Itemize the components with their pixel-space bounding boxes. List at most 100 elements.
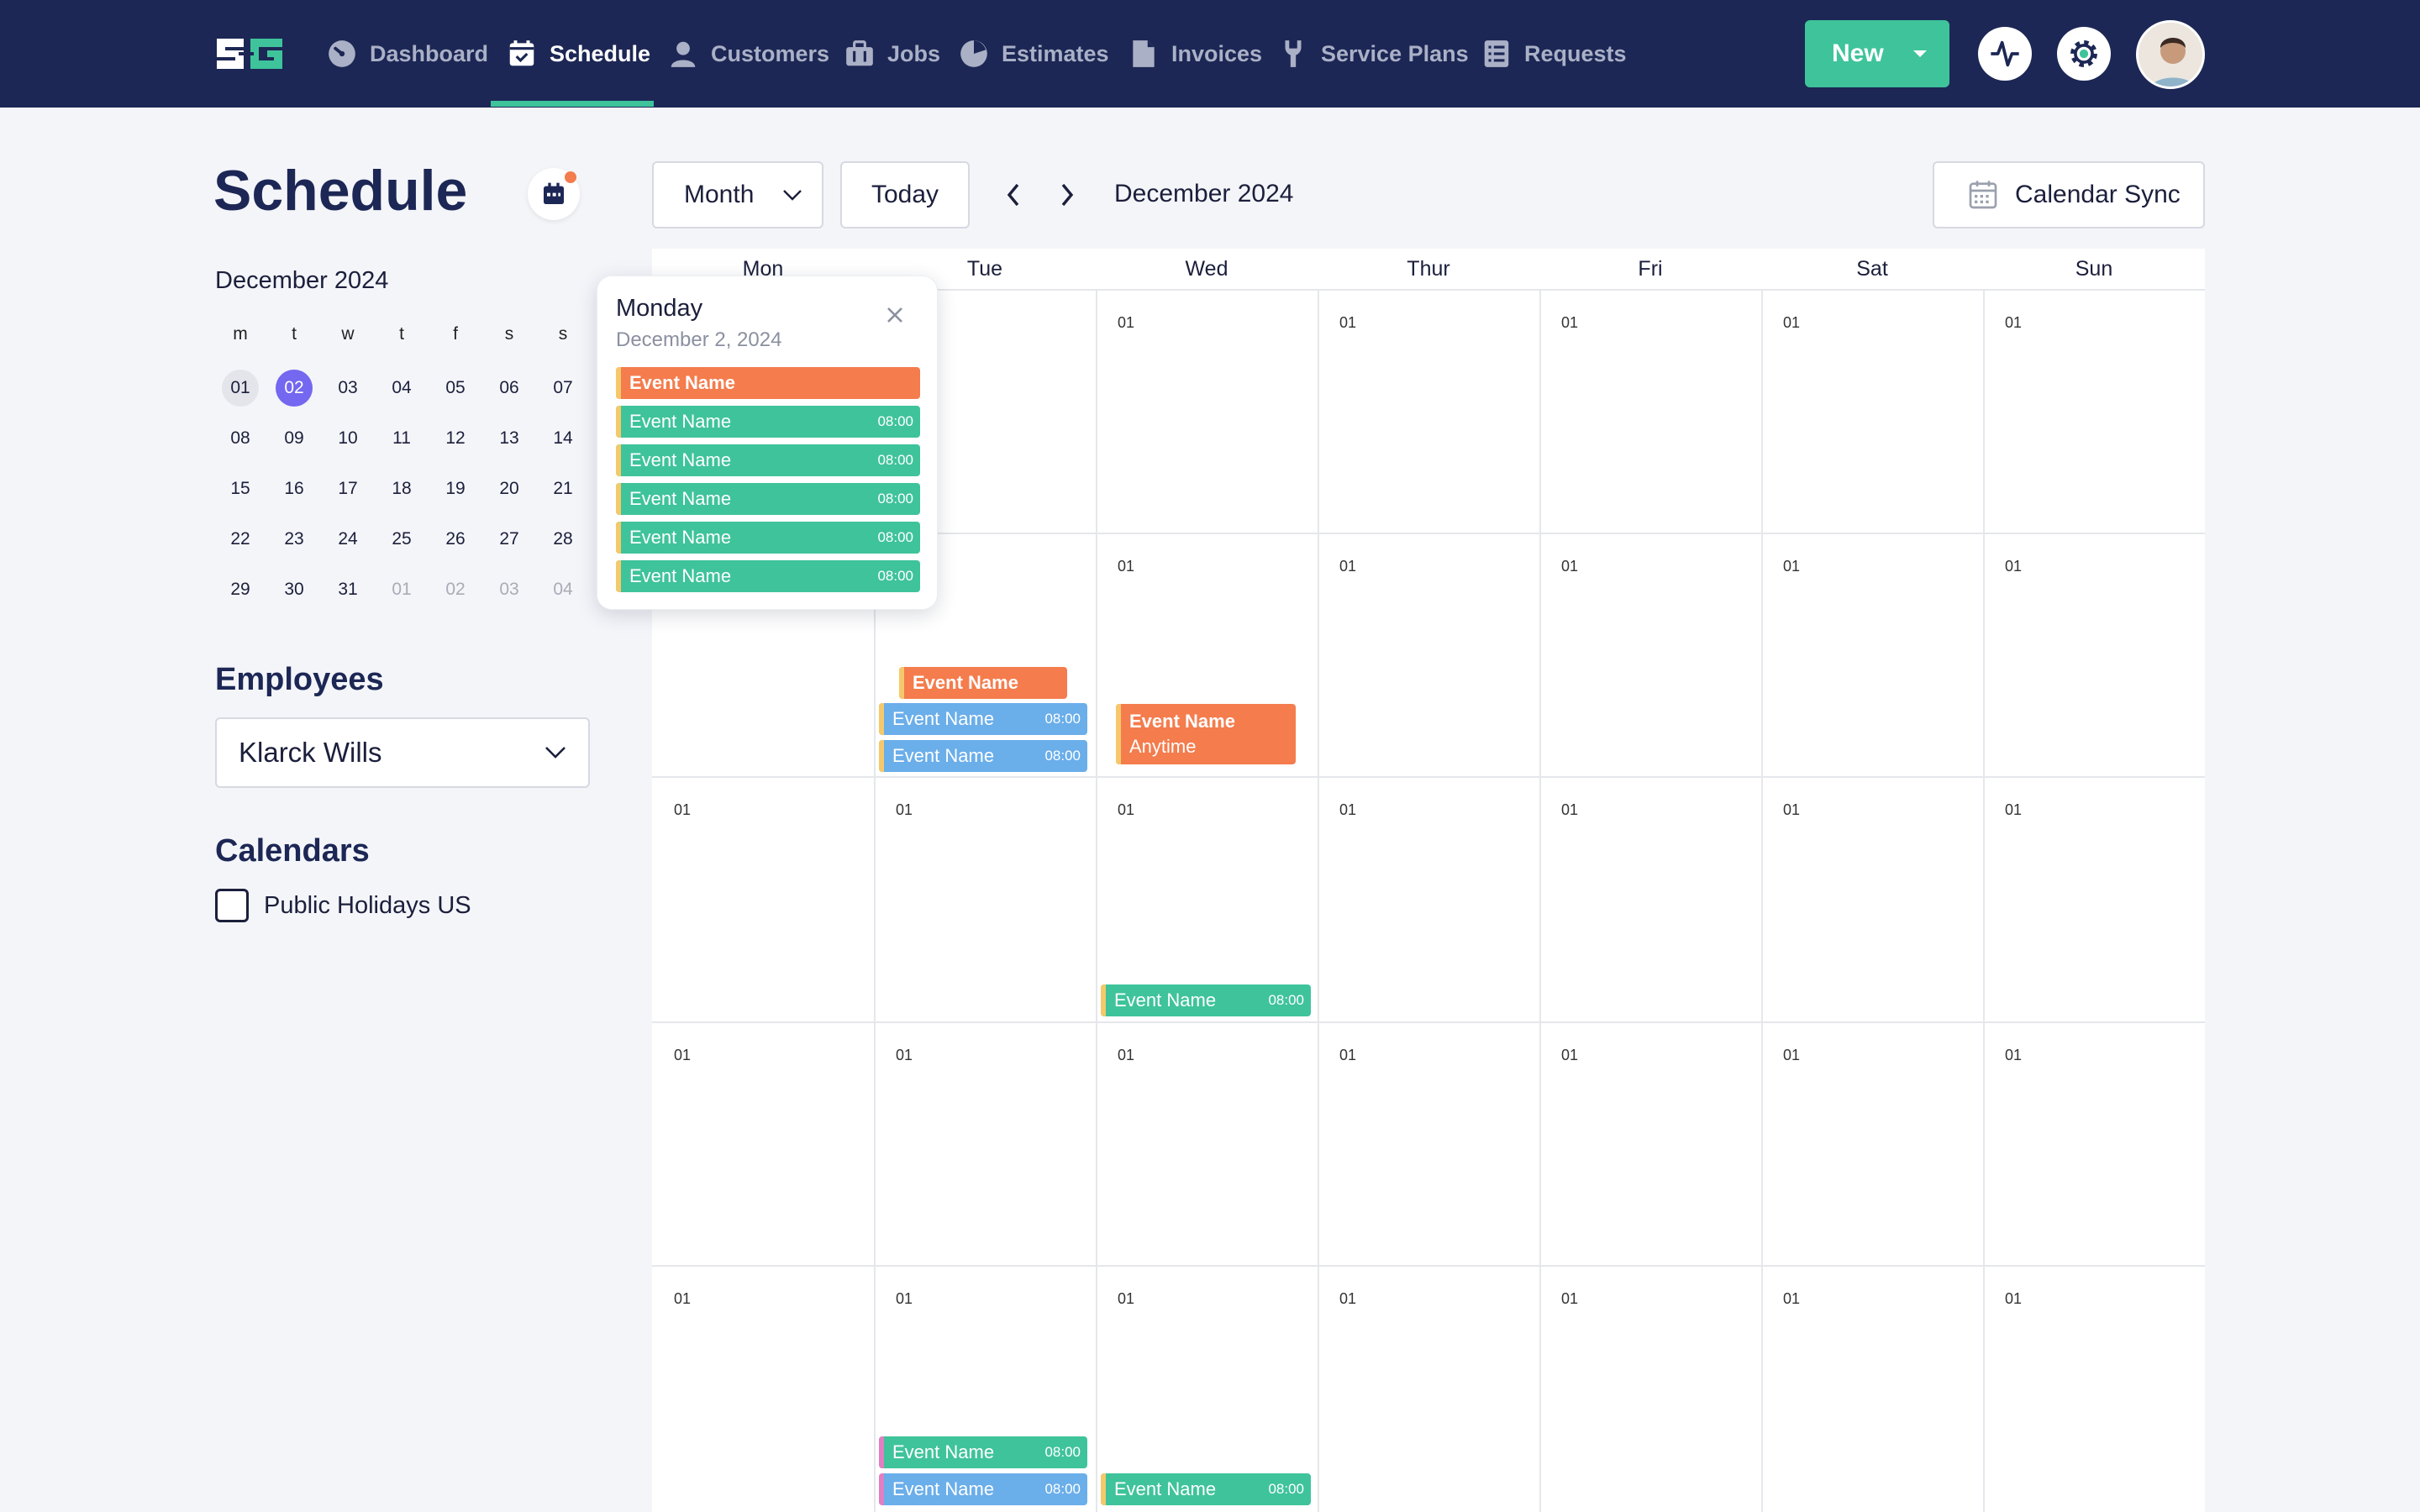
mini-day[interactable]: 19	[429, 470, 482, 507]
day-cell-number[interactable]: 01	[1339, 801, 1356, 819]
day-cell-number[interactable]: 01	[2005, 558, 2022, 575]
mini-day-outside[interactable]: 02	[429, 571, 482, 608]
day-cell-number[interactable]: 01	[1561, 314, 1578, 332]
app-logo[interactable]	[213, 32, 286, 76]
activity-button[interactable]	[1978, 27, 2032, 81]
today-button[interactable]: Today	[840, 161, 970, 228]
mini-day[interactable]: 28	[536, 521, 590, 558]
mini-day[interactable]: 15	[213, 470, 267, 507]
nav-jobs[interactable]: Jobs	[844, 0, 940, 108]
mini-day[interactable]: 14	[536, 420, 590, 457]
mini-day[interactable]: 13	[482, 420, 536, 457]
mini-day[interactable]: 11	[375, 420, 429, 457]
day-cell-number[interactable]: 01	[1339, 314, 1356, 332]
mini-day[interactable]: 29	[213, 571, 267, 608]
day-cell-number[interactable]: 01	[1783, 558, 1800, 575]
user-avatar[interactable]	[2136, 20, 2205, 89]
day-cell-number[interactable]: 01	[1339, 1290, 1356, 1308]
nav-schedule[interactable]: Schedule	[506, 0, 650, 108]
mini-day[interactable]: 12	[429, 420, 482, 457]
calendar-sync-button[interactable]: Calendar Sync	[1933, 161, 2205, 228]
nav-requests[interactable]: Requests	[1481, 0, 1627, 108]
day-cell-number[interactable]: 01	[1783, 801, 1800, 819]
day-cell-number[interactable]: 01	[896, 1047, 913, 1064]
prev-month-button[interactable]	[997, 178, 1030, 212]
mini-day[interactable]: 25	[375, 521, 429, 558]
next-month-button[interactable]	[1050, 178, 1084, 212]
calendar-shortcut-button[interactable]	[528, 168, 580, 220]
day-cell-number[interactable]: 01	[1118, 1290, 1134, 1308]
day-cell-number[interactable]: 01	[1118, 1047, 1134, 1064]
mini-day[interactable]: 04	[375, 370, 429, 407]
popover-event[interactable]: Event Name 08:00	[616, 406, 920, 438]
mini-day[interactable]: 06	[482, 370, 536, 407]
day-cell-number[interactable]: 01	[1561, 801, 1578, 819]
employee-select[interactable]: Klarck Wills	[215, 717, 590, 788]
event-item[interactable]: Event Name 08:00	[879, 1473, 1087, 1505]
mini-day[interactable]: 18	[375, 470, 429, 507]
event-item[interactable]: Event Name 08:00	[879, 740, 1087, 772]
mini-day[interactable]: 17	[321, 470, 375, 507]
popover-event[interactable]: Event Name 08:00	[616, 483, 920, 515]
popover-event[interactable]: Event Name 08:00	[616, 444, 920, 476]
day-cell-number[interactable]: 01	[2005, 1047, 2022, 1064]
day-cell-number[interactable]: 01	[674, 1047, 691, 1064]
nav-invoices[interactable]: Invoices	[1128, 0, 1262, 108]
nav-service-plans[interactable]: Service Plans	[1277, 0, 1469, 108]
day-cell-number[interactable]: 01	[1561, 1290, 1578, 1308]
mini-day[interactable]: 24	[321, 521, 375, 558]
popover-event[interactable]: Event Name 08:00	[616, 522, 920, 554]
day-cell-number[interactable]: 01	[674, 801, 691, 819]
new-button[interactable]: New	[1805, 20, 1949, 87]
day-cell-number[interactable]: 01	[2005, 1290, 2022, 1308]
day-cell-number[interactable]: 01	[2005, 801, 2022, 819]
nav-customers[interactable]: Customers	[667, 0, 829, 108]
settings-button[interactable]	[2057, 27, 2111, 81]
day-cell-number[interactable]: 01	[896, 1290, 913, 1308]
day-cell-number[interactable]: 01	[1118, 558, 1134, 575]
event-item[interactable]: Event Name 08:00	[879, 1436, 1087, 1468]
popover-event[interactable]: Event Name 08:00	[616, 560, 920, 592]
mini-day[interactable]: 16	[267, 470, 321, 507]
mini-day-outside[interactable]: 04	[536, 571, 590, 608]
day-cell-number[interactable]: 01	[1118, 314, 1134, 332]
mini-day[interactable]: 03	[321, 370, 375, 407]
mini-day[interactable]: 10	[321, 420, 375, 457]
event-item[interactable]: Event Name	[899, 667, 1067, 699]
mini-day[interactable]: 22	[213, 521, 267, 558]
mini-day[interactable]: 01	[213, 370, 267, 407]
day-cell-number[interactable]: 01	[674, 1290, 691, 1308]
day-cell-number[interactable]: 01	[1339, 1047, 1356, 1064]
day-cell-number[interactable]: 01	[1339, 558, 1356, 575]
mini-day[interactable]: 20	[482, 470, 536, 507]
day-cell-number[interactable]: 01	[2005, 314, 2022, 332]
close-icon[interactable]	[881, 302, 908, 328]
mini-day-selected[interactable]: 02	[267, 370, 321, 407]
nav-dashboard[interactable]: Dashboard	[326, 0, 488, 108]
day-cell-number[interactable]: 01	[1561, 558, 1578, 575]
view-select[interactable]: Month	[652, 161, 823, 228]
popover-event[interactable]: Event Name	[616, 367, 920, 399]
mini-day[interactable]: 08	[213, 420, 267, 457]
calendar-option-public-holidays[interactable]: Public Holidays US	[215, 889, 471, 922]
mini-day[interactable]: 21	[536, 470, 590, 507]
mini-day-outside[interactable]: 01	[375, 571, 429, 608]
event-item[interactable]: Event Name 08:00	[1101, 984, 1311, 1016]
day-cell-number[interactable]: 01	[896, 801, 913, 819]
mini-day[interactable]: 09	[267, 420, 321, 457]
event-item-anytime[interactable]: Event Name Anytime	[1116, 704, 1296, 764]
mini-day[interactable]: 27	[482, 521, 536, 558]
mini-day[interactable]: 07	[536, 370, 590, 407]
mini-day-outside[interactable]: 03	[482, 571, 536, 608]
day-cell-number[interactable]: 01	[1783, 314, 1800, 332]
day-cell-number[interactable]: 01	[1561, 1047, 1578, 1064]
mini-day[interactable]: 23	[267, 521, 321, 558]
public-holidays-checkbox[interactable]	[215, 889, 249, 922]
mini-day[interactable]: 26	[429, 521, 482, 558]
nav-estimates[interactable]: Estimates	[958, 0, 1109, 108]
event-item[interactable]: Event Name 08:00	[1101, 1473, 1311, 1505]
event-item[interactable]: Event Name 08:00	[879, 703, 1087, 735]
mini-day[interactable]: 31	[321, 571, 375, 608]
day-cell-number[interactable]: 01	[1783, 1047, 1800, 1064]
day-cell-number[interactable]: 01	[1118, 801, 1134, 819]
